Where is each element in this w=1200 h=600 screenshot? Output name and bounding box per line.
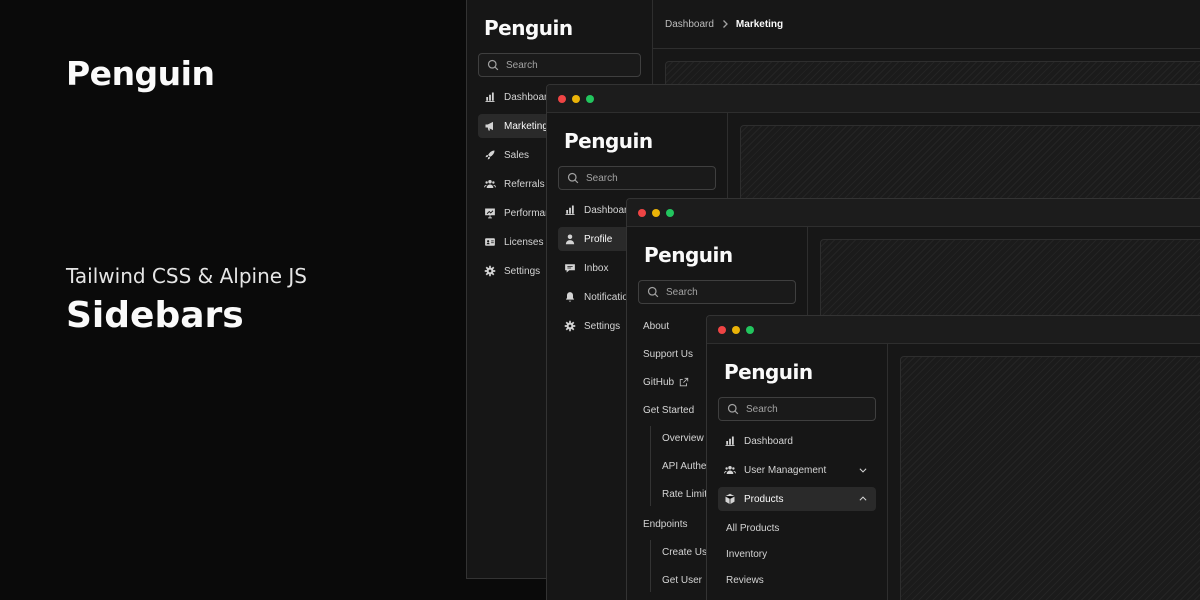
close-dot[interactable]	[558, 94, 566, 103]
rocket-icon	[485, 150, 495, 160]
content-placeholder	[900, 356, 1200, 600]
hero-title: Sidebars	[66, 295, 244, 336]
user-icon	[565, 234, 575, 245]
nav-item-label: Settings	[504, 265, 541, 277]
search-input[interactable]: Search	[638, 280, 796, 304]
users-icon	[724, 466, 736, 475]
nav-item-label: Products	[744, 493, 784, 505]
bell-icon	[565, 292, 575, 302]
nav-item-label: Settings	[584, 320, 621, 332]
nav-item-label: Marketing	[504, 120, 548, 132]
window-titlebar	[547, 85, 1200, 113]
nav-item-label: Inbox	[584, 262, 609, 274]
minimize-dot[interactable]	[732, 325, 740, 334]
search-input[interactable]: Search	[478, 53, 641, 77]
minimize-dot[interactable]	[652, 208, 660, 217]
window-titlebar	[627, 199, 1200, 227]
chart-bar-icon	[565, 205, 575, 215]
search-input[interactable]: Search	[718, 397, 876, 421]
penguin-logo: Penguin	[644, 243, 733, 267]
penguin-logo: Penguin	[484, 16, 573, 40]
presentation-chart-icon	[485, 208, 495, 219]
search-placeholder: Search	[666, 286, 698, 298]
sidebar: Penguin Search Dashboard User Management P…	[707, 344, 888, 600]
penguin-logo: Penguin	[564, 129, 653, 153]
nav-item-label: Referrals	[504, 178, 545, 190]
penguin-logo: Penguin	[66, 54, 215, 93]
nav-item-dashboard[interactable]: Dashboard	[718, 429, 876, 453]
hero-logo: Penguin	[66, 54, 215, 93]
penguin-logo: Penguin	[724, 360, 813, 384]
nav-item-label: User Management	[744, 464, 827, 476]
nav-item-products[interactable]: Products	[718, 487, 876, 511]
window-products: Penguin Search Dashboard User Management P…	[706, 315, 1200, 600]
chart-bar-icon	[485, 92, 495, 102]
search-icon	[727, 403, 739, 415]
nav-item-label: Dashboard	[744, 435, 793, 447]
chevron-down-icon	[859, 468, 867, 473]
chart-bar-icon	[725, 436, 735, 446]
search-icon	[567, 172, 579, 184]
submenu-item[interactable]: All Products	[718, 516, 876, 540]
chevron-right-icon	[722, 20, 728, 28]
users-icon	[484, 180, 496, 189]
chat-bubble-icon	[565, 264, 575, 273]
maximize-dot[interactable]	[746, 325, 754, 334]
breadcrumb-current: Marketing	[735, 18, 784, 30]
sidebar-nav: Dashboard User Management Products	[718, 429, 876, 511]
search-icon	[647, 286, 659, 298]
search-icon	[487, 59, 499, 71]
minimize-dot[interactable]	[572, 94, 580, 103]
window-titlebar	[707, 316, 1200, 344]
maximize-dot[interactable]	[666, 208, 674, 217]
search-placeholder: Search	[746, 403, 778, 415]
hero-subtitle: Tailwind CSS & Alpine JS	[66, 264, 308, 288]
gear-icon	[564, 320, 576, 332]
nav-item-user-management[interactable]: User Management	[718, 458, 876, 482]
submenu-item[interactable]: Reviews	[718, 568, 876, 592]
search-placeholder: Search	[506, 59, 538, 71]
breadcrumb: Dashboard Marketing	[653, 0, 1200, 49]
submenu-item[interactable]: Inventory	[718, 542, 876, 566]
id-card-icon	[485, 238, 495, 246]
main-area	[888, 344, 1200, 600]
close-dot[interactable]	[638, 208, 646, 217]
megaphone-icon	[485, 121, 493, 131]
search-placeholder: Search	[586, 172, 618, 184]
close-dot[interactable]	[718, 325, 726, 334]
nav-item-label: Licenses	[504, 236, 544, 248]
breadcrumb-item[interactable]: Dashboard	[665, 19, 714, 30]
external-link-icon	[679, 377, 689, 387]
search-input[interactable]: Search	[558, 166, 716, 190]
nav-item-label: Profile	[584, 233, 613, 245]
gear-icon	[484, 265, 496, 277]
nav-item-label: Sales	[504, 149, 530, 161]
cube-icon	[725, 493, 735, 505]
products-submenu: All Products Inventory Reviews	[718, 516, 876, 592]
maximize-dot[interactable]	[586, 94, 594, 103]
chevron-up-icon	[859, 496, 867, 501]
